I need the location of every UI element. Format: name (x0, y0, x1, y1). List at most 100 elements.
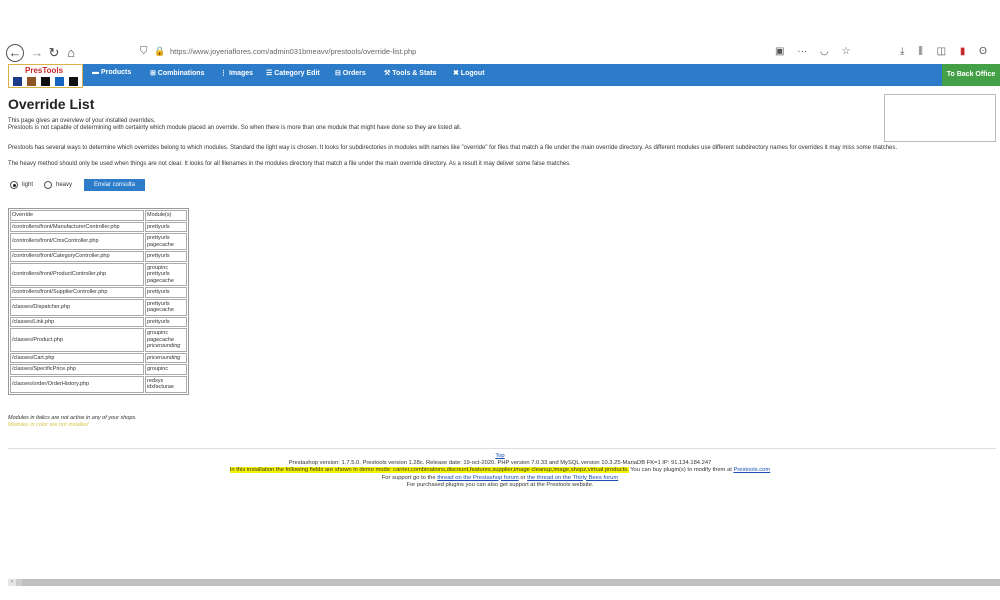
override-path: /classes/Cart.php (10, 352, 144, 363)
menu-products[interactable]: ▬ Products (92, 69, 131, 76)
prestashop-forum-link[interactable]: thread on the Prestashop forum (437, 475, 519, 481)
url-bar[interactable]: ⛉ 🔒 https://www.joyeriaflores.com/admin0… (140, 46, 650, 62)
back-office-button[interactable]: To Back Office (942, 64, 1000, 86)
color-note: Modules in color are not installed (8, 422, 89, 428)
header-override: Override (10, 210, 144, 221)
override-path: /controllers/front/CategoryController.ph… (10, 251, 144, 262)
table-row: /classes/SpecificPrice.php groupinc (10, 364, 187, 375)
module-name: pagecache (147, 241, 174, 248)
prestools-nav: PresTools ▬ Products ⊞ Combinations ⋮ Im… (8, 64, 1000, 88)
override-path: /classes/Dispatcher.php (10, 298, 144, 316)
table-row: /classes/Link.php prettyurls (10, 316, 187, 327)
account-icon[interactable]: ʘ (979, 46, 987, 57)
table-header-row: Override Module(s) (10, 210, 187, 221)
support-line: For support go to the thread on the Pres… (0, 475, 1000, 482)
horizontal-scrollbar[interactable] (8, 579, 1000, 586)
more-icon[interactable]: ··· (797, 46, 807, 57)
module-list: redsys idxfacturae (145, 375, 187, 393)
module-name: pagecache (147, 277, 174, 284)
table-row: /controllers/front/SupplierController.ph… (10, 287, 187, 298)
top-link[interactable]: Top (495, 453, 504, 459)
module-list: prettyurls pagecache (145, 233, 187, 250)
browser-toolbar: ← → ↻ ⌂ ⛉ 🔒 https://www.joyeriaflores.co… (0, 0, 1000, 62)
buy-text: You can buy plugin(s) to modify them at (628, 467, 734, 474)
back-icon[interactable]: ← (6, 44, 24, 62)
bookmark-star-icon[interactable]: ☆ (842, 46, 851, 57)
browser-nav-row: ← → ↻ ⌂ ⛉ 🔒 https://www.joyeriaflores.co… (0, 42, 1000, 64)
menu-images[interactable]: ⋮ Images (220, 69, 253, 77)
prestools-link[interactable]: Prestools.com (733, 467, 770, 473)
table-row: /classes/Product.php groupinc pagecache pri… (10, 328, 187, 352)
menu-category-edit[interactable]: ☰ Category Edit (266, 69, 320, 77)
override-path: /controllers/front/CmsController.php (10, 233, 144, 250)
divider (8, 448, 996, 449)
forward-icon[interactable]: → (28, 44, 46, 62)
demo-line: In this installation the following field… (0, 467, 1000, 474)
sidebar-icon[interactable]: ◫ (937, 46, 946, 57)
submit-button[interactable]: Enviar consulta (84, 179, 145, 191)
menu-logout[interactable]: ✖ Logout (453, 69, 485, 77)
home-icon[interactable]: ⌂ (62, 44, 80, 62)
heavy-label: heavy (56, 182, 73, 188)
download-icon[interactable]: ⤓ (900, 46, 904, 57)
table-row: /controllers/front/CategoryController.ph… (10, 251, 187, 262)
override-path: /classes/Product.php (10, 328, 144, 352)
menu-tools-stats[interactable]: ⚒ Tools & Stats (384, 69, 436, 77)
logo-square (69, 77, 78, 86)
module-list: prettyurls (145, 221, 187, 232)
table-row: /classes/order/OrderHistory.php redsys idx… (10, 375, 187, 393)
module-name: pagecache (147, 307, 174, 313)
light-radio[interactable] (10, 181, 18, 189)
library-icon[interactable]: ⫼ (918, 46, 923, 57)
table-row: /controllers/front/CmsController.php pret… (10, 233, 187, 250)
module-name: prettyurls (147, 253, 170, 259)
logo-square (27, 77, 36, 86)
page-title: Override List (8, 96, 95, 112)
logo-square (41, 77, 50, 86)
lock-icon: 🔒 (154, 46, 166, 56)
module-list: groupinc pagecache pricerounding (145, 328, 187, 352)
override-path: /controllers/front/ProductController.php (10, 262, 144, 286)
prestools-logo[interactable]: PresTools (8, 64, 83, 88)
menu-combinations[interactable]: ⊞ Combinations (150, 69, 204, 77)
menu-orders[interactable]: ⊟ Orders (335, 69, 366, 77)
module-list: prettyurls (145, 316, 187, 327)
table-row: /controllers/front/ProductController.php… (10, 262, 187, 286)
extension-icon[interactable]: ▮ (960, 46, 966, 57)
scrollbar-thumb[interactable] (22, 579, 1000, 586)
method-description: The heavy method should only be used whe… (8, 161, 571, 167)
heavy-radio[interactable] (44, 181, 52, 189)
demo-highlight: In this installation the following field… (229, 467, 629, 474)
purchased-line: For purchased plugins you can also get s… (406, 481, 594, 488)
module-list: prettyurls pagecache (145, 298, 187, 316)
module-name: prettyurls (147, 223, 170, 230)
url-text[interactable]: https://www.joyeriaflores.com/admin031bm… (170, 47, 416, 56)
module-list: prettyurls (145, 251, 187, 262)
reload-icon[interactable]: ↻ (45, 44, 63, 62)
version-line: Prestashop version: 1.7.5.0. Prestools v… (288, 460, 712, 467)
module-name: prettyurls (147, 289, 170, 295)
shield-icon: ⛉ (140, 46, 148, 57)
pocket-icon[interactable]: ◡ (820, 46, 829, 57)
override-path: /classes/order/OrderHistory.php (10, 375, 144, 393)
scroll-left-icon[interactable]: ‹ (8, 579, 16, 586)
reader-view-icon[interactable]: ▣ (775, 46, 784, 57)
light-label: light (22, 182, 34, 188)
logo-text: PresTools (25, 66, 64, 75)
italic-note: Modules in italics are not active in any… (8, 415, 137, 421)
module-name: groupinc (147, 366, 169, 372)
module-name: pricerounding (147, 343, 181, 349)
module-list: groupinc (145, 364, 187, 375)
module-name: idxfacturae (147, 384, 174, 390)
module-list: pricerounding (145, 352, 187, 363)
table-row: /controllers/front/ManufacturerControlle… (10, 221, 187, 232)
support-or: or (518, 474, 528, 481)
footer: Top Prestashop version: 1.7.5.0. Prestoo… (0, 453, 1000, 489)
override-path: /classes/SpecificPrice.php (10, 364, 144, 375)
override-path: /classes/Link.php (10, 316, 144, 327)
header-modules: Module(s) (145, 210, 187, 221)
toolbar-icons: ⤓ ⫼ ◫ ▮ ʘ ≡ (900, 46, 1000, 57)
intro-text: This page gives an overview of your inst… (8, 118, 156, 124)
override-path: /controllers/front/SupplierController.ph… (10, 287, 144, 298)
thirtybees-forum-link[interactable]: the thread on the Thirty Bees forum (527, 475, 618, 481)
